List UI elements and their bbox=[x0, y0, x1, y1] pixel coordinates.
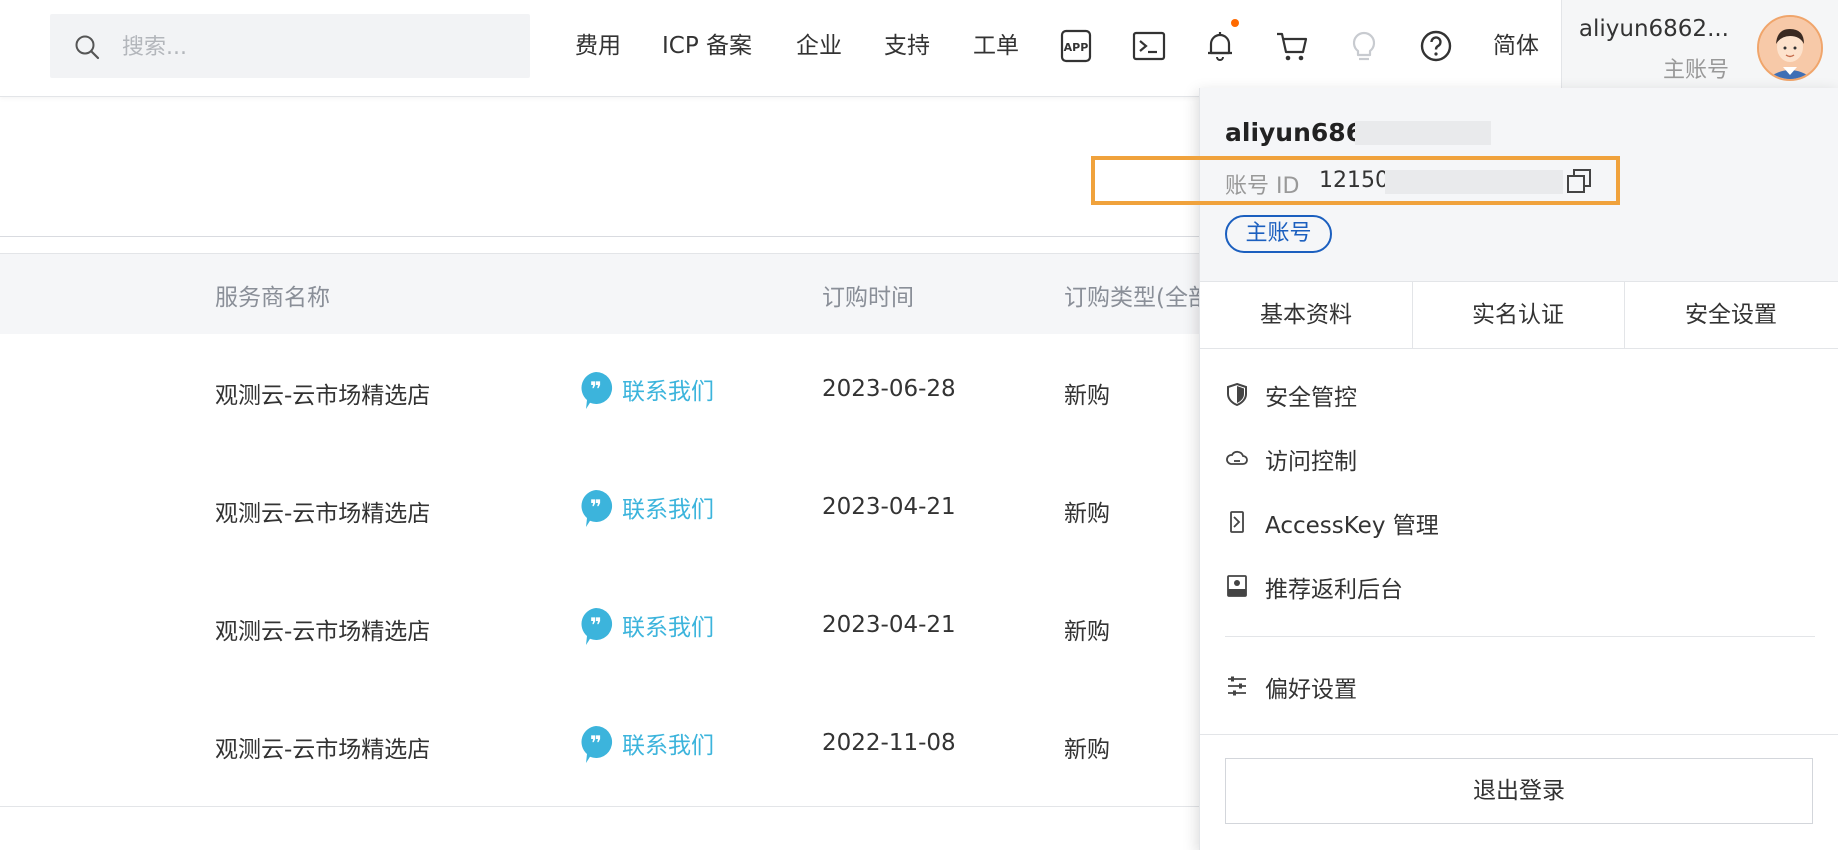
logout-button[interactable]: 退出登录 bbox=[1225, 758, 1813, 824]
tab-basic-info[interactable]: 基本资料 bbox=[1200, 282, 1413, 348]
redaction-mask bbox=[1355, 121, 1491, 145]
svg-text:❞: ❞ bbox=[590, 731, 602, 755]
order-type: 新购 bbox=[1064, 619, 1110, 645]
order-type: 新购 bbox=[1064, 501, 1110, 527]
chat-quote-icon: ❞ bbox=[581, 607, 613, 645]
nav-tickets[interactable]: 工单 bbox=[973, 26, 1019, 66]
menu-access-control[interactable]: 访问控制 bbox=[1225, 438, 1815, 478]
chat-quote-icon: ❞ bbox=[581, 371, 613, 409]
search-input[interactable] bbox=[120, 14, 514, 80]
menu-divider bbox=[1225, 636, 1815, 637]
dropdown-username: aliyun686 bbox=[1225, 118, 1364, 147]
menu-preferences[interactable]: 偏好设置 bbox=[1225, 666, 1815, 706]
footer-divider bbox=[1200, 734, 1838, 735]
menu-label: AccessKey 管理 bbox=[1265, 513, 1439, 539]
cloud-icon bbox=[1226, 450, 1248, 465]
help-icon[interactable] bbox=[1418, 28, 1454, 64]
provider-name: 观测云-云市场精选店 bbox=[215, 619, 431, 645]
nav-icp-filing[interactable]: ICP 备案 bbox=[662, 26, 752, 66]
nav-support[interactable]: 支持 bbox=[884, 26, 930, 66]
order-type: 新购 bbox=[1064, 383, 1110, 409]
nav-billing[interactable]: 费用 bbox=[575, 26, 621, 66]
chat-quote-icon: ❞ bbox=[581, 489, 613, 527]
menu-label: 安全管控 bbox=[1265, 385, 1357, 411]
order-type: 新购 bbox=[1064, 737, 1110, 763]
svg-text:APP: APP bbox=[1064, 41, 1089, 54]
svg-text:❞: ❞ bbox=[590, 613, 602, 637]
search-icon bbox=[75, 35, 100, 60]
order-date: 2022-11-08 bbox=[822, 730, 956, 756]
search-box[interactable] bbox=[50, 14, 530, 80]
menu-referral-rebate[interactable]: 推荐返利后台 bbox=[1225, 566, 1815, 606]
column-provider: 服务商名称 bbox=[215, 285, 330, 311]
provider-name: 观测云-云市场精选店 bbox=[215, 737, 431, 763]
avatar[interactable] bbox=[1757, 15, 1823, 81]
account-name: aliyun6862... bbox=[1578, 16, 1729, 42]
contact-us-label: 联系我们 bbox=[622, 733, 714, 759]
svg-text:❞: ❞ bbox=[590, 495, 602, 519]
top-navigation-bar: 费用 ICP 备案 企业 支持 工单 APP 简体 aliyun6862... bbox=[0, 0, 1838, 97]
menu-label: 偏好设置 bbox=[1265, 677, 1357, 703]
profile-tabs: 基本资料 实名认证 安全设置 bbox=[1200, 281, 1838, 349]
menu-label: 推荐返利后台 bbox=[1265, 577, 1403, 603]
rebate-icon bbox=[1227, 575, 1247, 597]
tab-security-settings[interactable]: 安全设置 bbox=[1625, 282, 1837, 348]
order-date: 2023-04-21 bbox=[822, 612, 956, 638]
tab-real-name-auth[interactable]: 实名认证 bbox=[1412, 282, 1625, 348]
order-date: 2023-06-28 bbox=[822, 376, 956, 402]
cart-icon[interactable] bbox=[1274, 28, 1310, 64]
menu-accesskey-management[interactable]: AccessKey 管理 bbox=[1225, 502, 1815, 542]
account-id-highlight-box bbox=[1091, 156, 1620, 205]
language-switch[interactable]: 简体 bbox=[1493, 26, 1539, 66]
sliders-icon bbox=[1228, 676, 1246, 696]
avatar-image bbox=[1759, 17, 1821, 79]
contact-us-label: 联系我们 bbox=[622, 615, 714, 641]
key-icon bbox=[1230, 511, 1244, 533]
column-order-type[interactable]: 订购类型(全部 bbox=[1064, 278, 1211, 312]
bell-icon[interactable] bbox=[1202, 28, 1238, 64]
lightbulb-icon[interactable] bbox=[1346, 28, 1382, 64]
order-date: 2023-04-21 bbox=[822, 494, 956, 520]
primary-account-tag: 主账号 bbox=[1225, 215, 1332, 253]
app-icon[interactable]: APP bbox=[1058, 28, 1094, 64]
svg-text:❞: ❞ bbox=[590, 377, 602, 401]
provider-name: 观测云-云市场精选店 bbox=[215, 383, 431, 409]
notification-dot bbox=[1231, 19, 1239, 27]
nav-enterprise[interactable]: 企业 bbox=[796, 26, 842, 66]
account-role: 主账号 bbox=[1662, 58, 1729, 83]
account-dropdown-panel: aliyun686 账号 ID 12150 主账号 基本资料 实名认证 安全设置… bbox=[1091, 88, 1838, 850]
menu-label: 访问控制 bbox=[1265, 449, 1357, 475]
column-order-time: 订购时间 bbox=[822, 285, 914, 311]
shield-icon bbox=[1227, 382, 1247, 406]
terminal-icon[interactable] bbox=[1131, 28, 1167, 64]
menu-security-control[interactable]: 安全管控 bbox=[1225, 374, 1815, 414]
contact-us-label: 联系我们 bbox=[622, 379, 714, 405]
provider-name: 观测云-云市场精选店 bbox=[215, 501, 431, 527]
chat-quote-icon: ❞ bbox=[581, 725, 613, 763]
contact-us-label: 联系我们 bbox=[622, 497, 714, 523]
